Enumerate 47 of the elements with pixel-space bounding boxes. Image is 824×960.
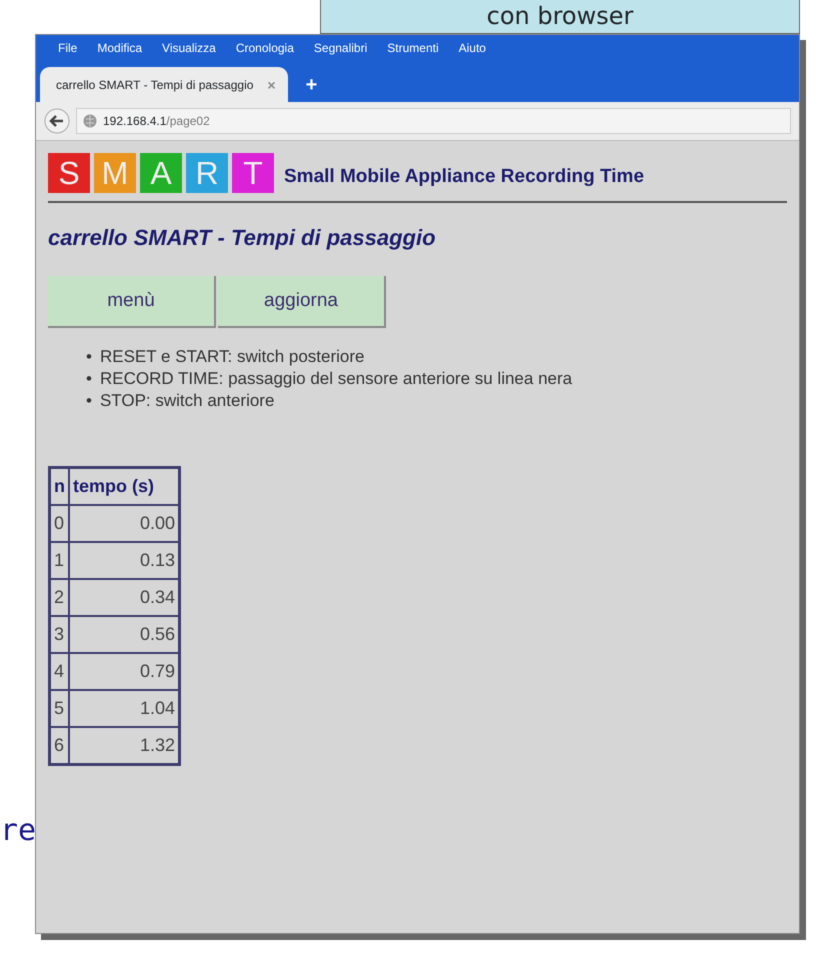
page-heading: carrello SMART - Tempi di passaggio	[48, 224, 437, 252]
table-cell: 6	[50, 727, 69, 764]
slide-text-fragment: re	[0, 812, 36, 850]
table-cell: 4	[50, 653, 69, 690]
logo-letter: A	[140, 153, 182, 193]
logo-letter: S	[48, 153, 90, 193]
tab-title: carrello SMART - Tempi di passaggio	[56, 77, 254, 94]
url-text: 192.168.4.1/page02	[103, 113, 210, 130]
menu-item[interactable]: Modifica	[97, 39, 142, 57]
new-tab-icon[interactable]: +	[306, 74, 318, 94]
address-bar[interactable]: 192.168.4.1/page02	[76, 108, 791, 134]
table-cell: 1.32	[69, 727, 179, 764]
table-cell: 0.34	[69, 579, 179, 616]
close-icon[interactable]: ×	[267, 78, 276, 92]
table-cell: 0.79	[69, 653, 179, 690]
menu-item[interactable]: File	[58, 39, 78, 57]
logo-letter: R	[186, 153, 228, 193]
bullet-mark: •	[86, 368, 92, 390]
column-header: tempo (s)	[69, 468, 179, 506]
table-cell: 1	[50, 542, 69, 580]
table-cell: 1.04	[69, 690, 179, 728]
nav-button[interactable]: menù	[48, 276, 216, 328]
globe-icon	[83, 114, 97, 128]
logo-letter: T	[232, 153, 274, 193]
menu-item[interactable]: Visualizza	[162, 39, 216, 57]
menu-item[interactable]: Segnalibri	[314, 39, 368, 57]
bullet-mark: •	[86, 390, 92, 412]
table-cell: 2	[50, 579, 69, 616]
table-cell: 3	[50, 616, 69, 654]
table-cell: 0	[50, 505, 69, 542]
menu-item[interactable]: Strumenti	[387, 39, 439, 57]
table-cell: 0.00	[69, 505, 179, 542]
bullet-mark: •	[86, 346, 92, 368]
instruction-item: STOP: switch anteriore	[100, 390, 274, 412]
menu-item[interactable]: Aiuto	[458, 39, 486, 57]
instruction-item: RESET e START: switch posteriore	[100, 346, 364, 368]
menu-item[interactable]: Cronologia	[236, 39, 294, 57]
column-header: n	[50, 468, 69, 506]
browser-tab[interactable]: carrello SMART - Tempi di passaggio ×	[40, 67, 288, 102]
logo-letter: M	[94, 153, 136, 193]
table-cell: 0.13	[69, 542, 179, 580]
logo-tagline: Small Mobile Appliance Recording Time	[284, 164, 644, 189]
slide-callout: con browser	[320, 0, 800, 34]
nav-button[interactable]: aggiorna	[218, 276, 386, 328]
table-cell: 5	[50, 690, 69, 728]
instruction-item: RECORD TIME: passaggio del sensore anteriore su linea nera	[100, 368, 572, 390]
table-cell: 0.56	[69, 616, 179, 654]
